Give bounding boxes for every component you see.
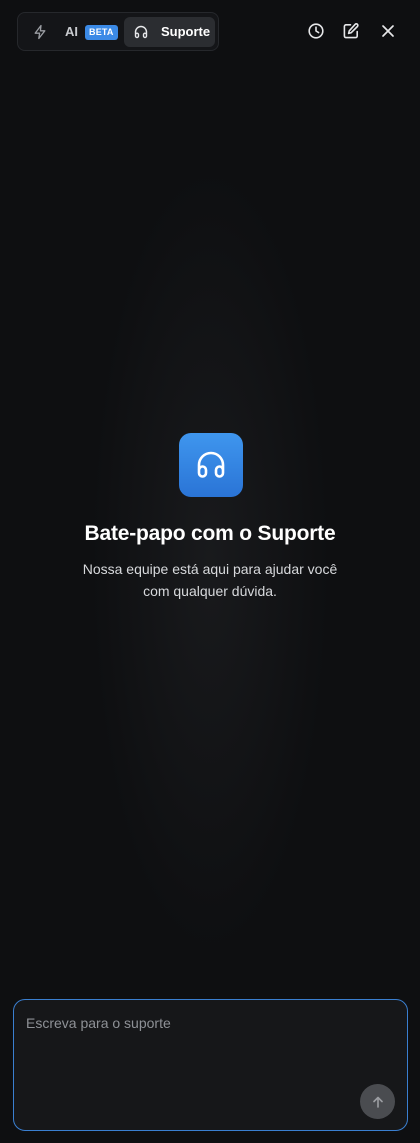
new-chat-button[interactable] bbox=[340, 20, 362, 42]
message-input[interactable] bbox=[26, 1015, 386, 1075]
empty-state-title: Bate-papo com o Suporte bbox=[84, 522, 336, 545]
tab-support-label: Suporte bbox=[161, 24, 211, 39]
mode-tabs: AI BETA Suporte bbox=[17, 12, 219, 51]
send-button[interactable] bbox=[360, 1084, 395, 1119]
history-icon bbox=[308, 23, 324, 39]
beta-badge: BETA bbox=[85, 25, 118, 40]
headphones-icon bbox=[197, 451, 225, 478]
tab-ai-label: AI bbox=[65, 24, 78, 39]
edit-icon bbox=[343, 23, 359, 39]
header: AI BETA Suporte bbox=[0, 0, 420, 62]
tab-ai[interactable]: AI BETA bbox=[24, 17, 120, 47]
headphones-icon bbox=[133, 24, 149, 40]
empty-state-description: Nossa equipe está aqui para ajudar você … bbox=[82, 561, 338, 599]
close-button[interactable] bbox=[377, 20, 399, 42]
bolt-icon bbox=[32, 24, 48, 40]
support-chat-panel: AI BETA Suporte Bate-papo com o Suporte … bbox=[0, 0, 420, 1143]
history-button[interactable] bbox=[305, 20, 327, 42]
arrow-up-icon bbox=[372, 1096, 383, 1108]
support-hero-icon bbox=[179, 433, 243, 497]
tab-support[interactable]: Suporte bbox=[124, 17, 215, 47]
close-icon bbox=[382, 25, 394, 37]
message-composer bbox=[13, 999, 408, 1131]
